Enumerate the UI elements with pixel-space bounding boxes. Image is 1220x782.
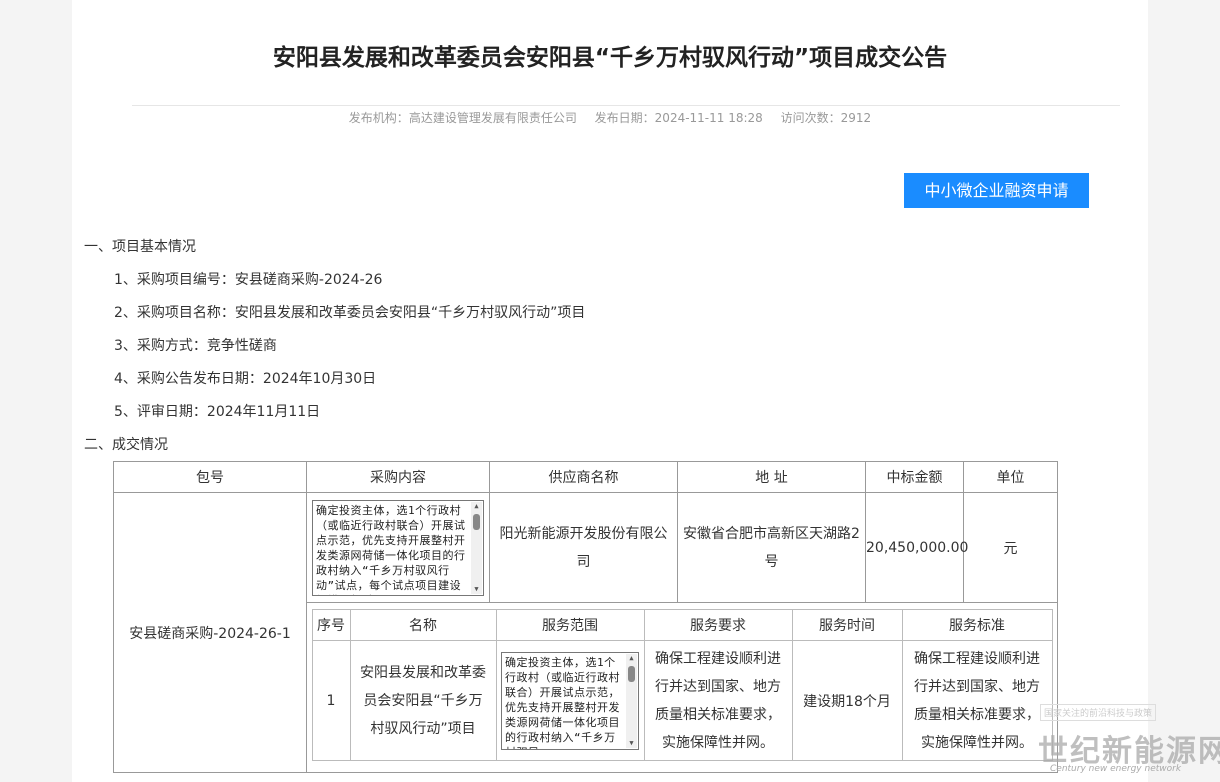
address-cell: 安徽省合肥市高新区天湖路2号 (677, 492, 866, 603)
deal-table: 包号 采购内容 供应商名称 地 址 中标金额 单位 安县磋商采购-2024-26… (113, 461, 1058, 773)
content-scrollbar[interactable]: ▲ ▼ (471, 501, 482, 594)
scroll-up-icon[interactable]: ▲ (471, 502, 482, 511)
unit-cell: 元 (963, 492, 1058, 603)
header-requirement: 服务要求 (643, 609, 793, 641)
publisher-info: 发布机构：高达建设管理发展有限责任公司 (349, 111, 577, 125)
content-textarea[interactable]: 确定投资主体，选1个行政村（或临近行政村联合）开展试点示范，优先支持开展整村开发… (312, 499, 484, 596)
header-amount: 中标金额 (865, 461, 964, 493)
scroll-thumb[interactable] (628, 665, 635, 682)
publisher-value: 高达建设管理发展有限责任公司 (408, 111, 577, 125)
amount-cell: 20,450,000.00 (865, 492, 968, 603)
title-divider (132, 105, 1120, 106)
scroll-up-icon[interactable]: ▲ (626, 654, 637, 663)
date-value: 2024-11-11 18:28 (654, 111, 763, 125)
service-standard: 确保工程建设顺利进行并达到国家、地方质量相关标准要求，实施保障性并网。 (914, 650, 1040, 751)
service-table-header: 序号 名称 服务范围 服务要求 服务时间 服务标准 (311, 609, 1053, 641)
article-meta: 发布机构：高达建设管理发展有限责任公司 发布日期：2024-11-11 18:2… (72, 109, 1148, 126)
section-heading-basic: 一、项目基本情况 (84, 239, 196, 255)
supplier-address: 安徽省合肥市高新区天湖路2号 (683, 525, 860, 570)
views-label: 访问次数： (780, 111, 841, 125)
service-standard-cell: 确保工程建设顺利进行并达到国家、地方质量相关标准要求，实施保障性并网。 (901, 640, 1053, 761)
service-requirement-cell: 确保工程建设顺利进行并达到国家、地方质量相关标准要求，实施保障性并网。 (643, 640, 793, 761)
header-no: 序号 (311, 609, 351, 641)
header-package: 包号 (113, 461, 307, 493)
views-info: 访问次数：2912 (781, 111, 872, 125)
service-no: 1 (311, 640, 351, 761)
header-address: 地 址 (677, 461, 866, 493)
supplier-cell: 阳光新能源开发股份有限公司 (489, 492, 678, 603)
content-cell: 确定投资主体，选1个行政村（或临近行政村联合）开展试点示范，优先支持开展整村开发… (306, 492, 490, 603)
table-row: 1 安阳县发展和改革委员会安阳县“千乡万村驭风行动”项目 确定投资主体，选1个行… (311, 640, 1053, 761)
basic-item-review-date: 5、评审日期：2024年11月11日 (114, 404, 321, 420)
scroll-down-icon[interactable]: ▼ (471, 585, 482, 594)
table-row: 安县磋商采购-2024-26-1 确定投资主体，选1个行政村（或临近行政村联合）… (113, 492, 1058, 773)
scroll-down-icon[interactable]: ▼ (626, 739, 637, 748)
header-content: 采购内容 (306, 461, 490, 493)
views-value: 2912 (840, 111, 872, 125)
page-title: 安阳县发展和改革委员会安阳县“千乡万村驭风行动”项目成交公告 (272, 45, 948, 71)
basic-item-project-name: 2、采购项目名称：安阳县发展和改革委员会安阳县“千乡万村驭风行动”项目 (114, 305, 586, 321)
basic-item-notice-date: 4、采购公告发布日期：2024年10月30日 (114, 371, 377, 387)
date-info: 发布日期：2024-11-11 18:28 (595, 111, 763, 125)
scope-textarea[interactable]: 确定投资主体，选1个行政村（或临近行政村联合）开展试点示范，优先支持开展整村开发… (501, 651, 639, 750)
header-standard: 服务标准 (901, 609, 1053, 641)
scope-scrollbar[interactable]: ▲ ▼ (626, 653, 637, 748)
publisher-label: 发布机构： (348, 111, 409, 125)
service-details-cell: 序号 名称 服务范围 服务要求 服务时间 服务标准 1 安阳县发展和改革委员会安… (306, 602, 1058, 773)
content-text: 确定投资主体，选1个行政村（或临近行政村联合）开展试点示范，优先支持开展整村开发… (316, 503, 466, 595)
finance-apply-button[interactable]: 中小微企业融资申请 (904, 173, 1089, 208)
package-number: 安县磋商采购-2024-26-1 (113, 492, 307, 773)
article-page: 安阳县发展和改革委员会安阳县“千乡万村驭风行动”项目成交公告 发布机构：高达建设… (72, 0, 1148, 782)
service-requirement: 确保工程建设顺利进行并达到国家、地方质量相关标准要求，实施保障性并网。 (655, 650, 781, 751)
supplier-name: 阳光新能源开发股份有限公司 (499, 525, 668, 570)
header-supplier: 供应商名称 (489, 461, 678, 493)
scroll-thumb[interactable] (473, 513, 480, 530)
header-scope: 服务范围 (495, 609, 645, 641)
header-time: 服务时间 (791, 609, 903, 641)
header-unit: 单位 (963, 461, 1058, 493)
service-table: 序号 名称 服务范围 服务要求 服务时间 服务标准 1 安阳县发展和改革委员会安… (311, 609, 1053, 761)
date-label: 发布日期： (594, 111, 655, 125)
header-name: 名称 (349, 609, 497, 641)
service-name-cell: 安阳县发展和改革委员会安阳县“千乡万村驭风行动”项目 (349, 640, 497, 761)
basic-item-method: 3、采购方式：竞争性磋商 (114, 338, 277, 354)
scope-text: 确定投资主体，选1个行政村（或临近行政村联合）开展试点示范，优先支持开展整村开发… (505, 655, 620, 749)
service-scope-cell: 确定投资主体，选1个行政村（或临近行政村联合）开展试点示范，优先支持开展整村开发… (495, 640, 645, 761)
deal-table-header: 包号 采购内容 供应商名称 地 址 中标金额 单位 (113, 461, 1058, 493)
basic-item-project-code: 1、采购项目编号：安县磋商采购-2024-26 (114, 272, 383, 288)
section-heading-deal: 二、成交情况 (84, 437, 168, 453)
service-name: 安阳县发展和改革委员会安阳县“千乡万村驭风行动”项目 (360, 664, 486, 737)
service-time: 建设期18个月 (791, 640, 903, 761)
